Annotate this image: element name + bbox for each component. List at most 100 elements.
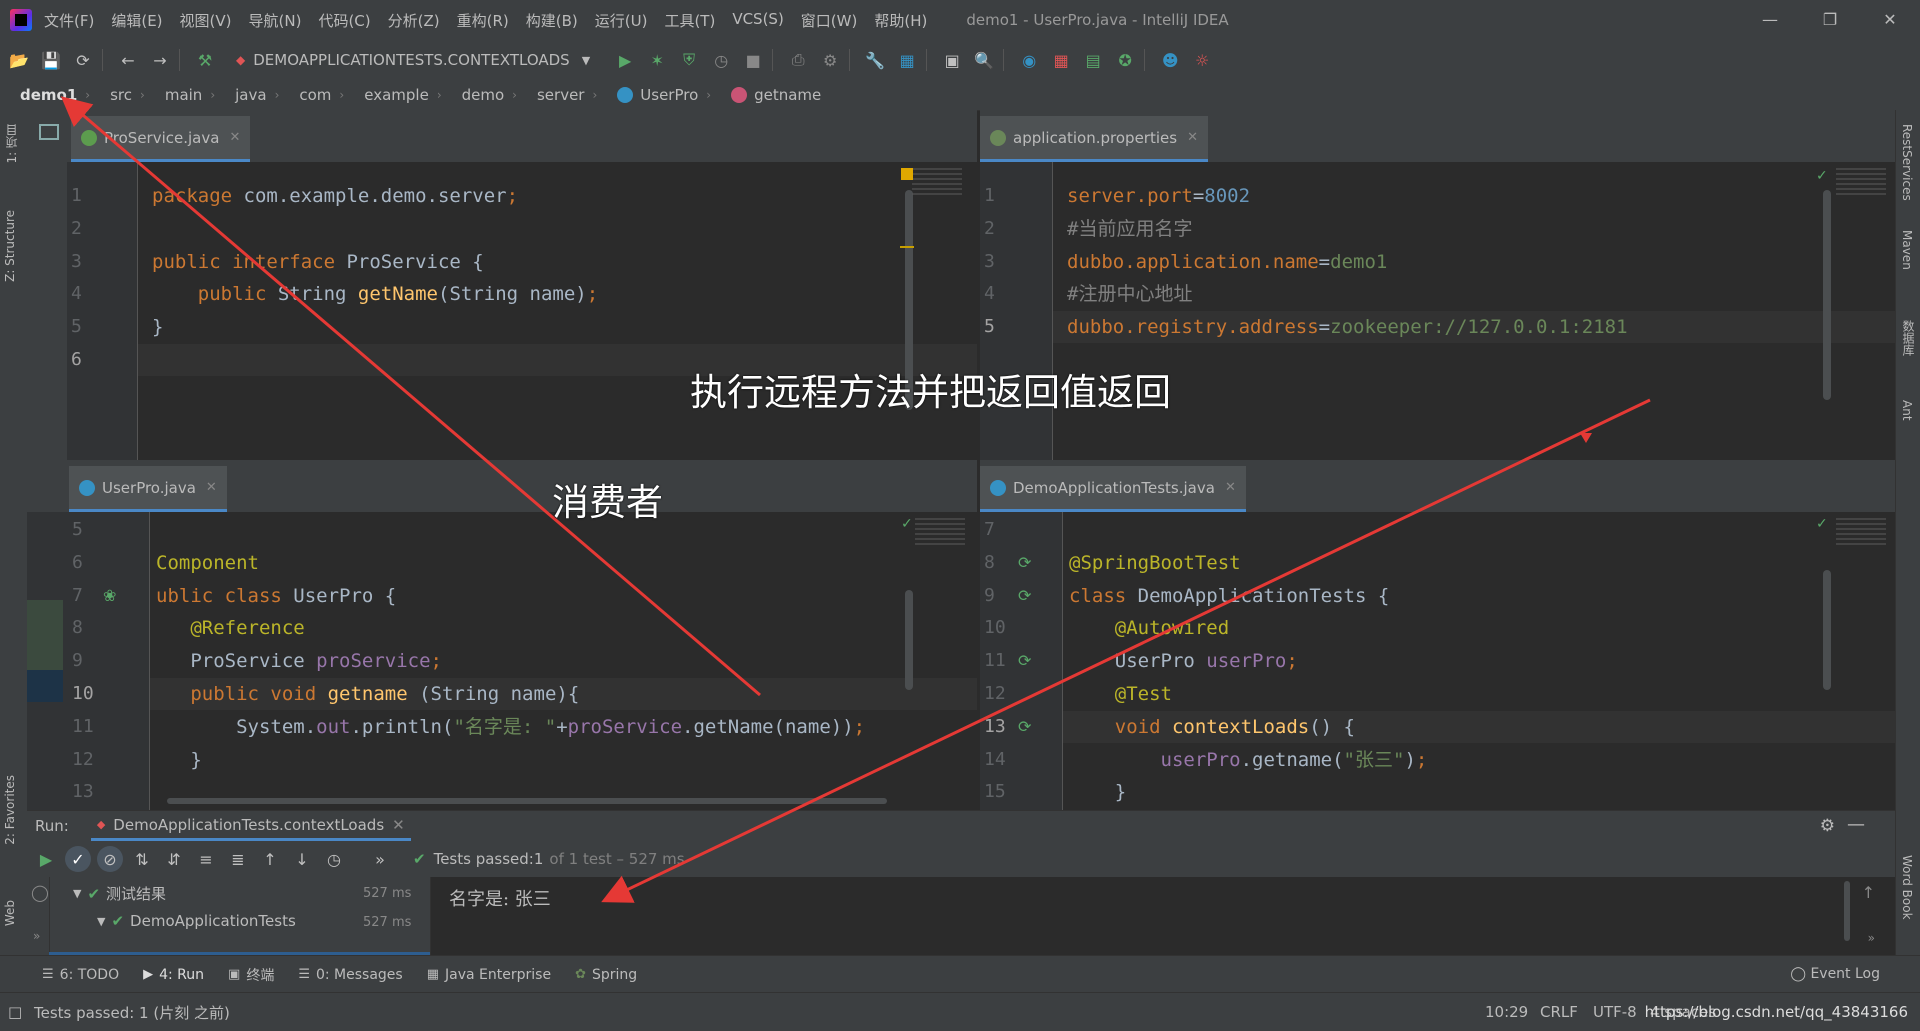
menu-item[interactable]: 构建(B) <box>526 10 578 31</box>
breadcrumb-item[interactable]: com <box>299 86 331 104</box>
forward-icon[interactable]: → <box>147 47 173 73</box>
next-test-icon[interactable]: ↓ <box>289 846 315 872</box>
tool-favorites[interactable]: 2: Favorites <box>3 775 17 845</box>
menu-item[interactable]: 工具(T) <box>664 10 715 31</box>
plugin-b-icon[interactable]: ▦ <box>1048 47 1074 73</box>
gear-icon[interactable]: ⚙ <box>1820 816 1835 836</box>
run-gutter-icon[interactable]: ⟳ <box>1018 586 1031 605</box>
hide-panel-icon[interactable]: — <box>1847 814 1865 835</box>
breadcrumb-item[interactable]: server <box>537 86 584 104</box>
show-passed-icon[interactable]: ✓ <box>65 846 91 872</box>
tree-node-root[interactable]: ▼ ✔ 测试结果 <box>73 883 166 904</box>
editor-demoapplicationtests[interactable]: DemoApplicationTests.java ✕ 7 8 9 10 11 12 13 14… <box>980 460 1895 810</box>
breadcrumb-item[interactable]: main <box>165 86 202 104</box>
translate-alt-icon[interactable]: ☼ <box>1189 47 1215 73</box>
close-tab-icon[interactable]: ✕ <box>392 816 405 834</box>
close-tab-icon[interactable]: ✕ <box>229 130 240 145</box>
collapse-all-icon[interactable]: ≣ <box>225 846 251 872</box>
debug-icon[interactable]: ✶ <box>644 47 670 73</box>
translate-icon[interactable]: ☻ <box>1157 47 1183 73</box>
sort-duration-icon[interactable]: ⇵ <box>161 846 187 872</box>
tool-structure[interactable]: Z: Structure <box>3 210 17 282</box>
tool-project[interactable]: 1: 项目 <box>3 124 20 164</box>
run-gutter-icon[interactable]: ⟳ <box>1018 717 1031 736</box>
breadcrumb-item[interactable]: demo <box>462 86 505 104</box>
breadcrumb-item[interactable]: src <box>110 86 132 104</box>
editor-userpro[interactable]: UserPro.java ✕ 5 6 7 8 9 10 11 12 13 ❀ Component ub… <box>27 460 977 810</box>
plugin-a-icon[interactable]: ◉ <box>1016 47 1042 73</box>
restore-button[interactable]: ❐ <box>1800 0 1860 40</box>
project-view-icon[interactable] <box>39 124 59 140</box>
close-tab-icon[interactable]: ✕ <box>1225 480 1236 495</box>
breadcrumb-item[interactable]: example <box>364 86 429 104</box>
pin-icon[interactable]: ◯ <box>31 883 49 902</box>
run-config-selector[interactable]: ◆ DEMOAPPLICATIONTESTS.CONTEXTLOADS ▼ <box>228 46 598 74</box>
search-icon[interactable]: 🔍 <box>971 47 997 73</box>
tab-todo[interactable]: ☰ 6: TODO <box>42 967 119 983</box>
tab-proservice[interactable]: ProService.java ✕ <box>71 116 251 162</box>
attach-icon[interactable]: ⎙ <box>785 47 811 73</box>
tool-restservices[interactable]: RestServices <box>1900 124 1914 201</box>
profile-icon[interactable]: ◷ <box>708 47 734 73</box>
event-log-button[interactable]: ◯ Event Log <box>1790 966 1880 982</box>
tab-java-enterprise[interactable]: ▦ Java Enterprise <box>427 967 551 983</box>
menu-item[interactable]: 重构(R) <box>457 10 509 31</box>
run-icon[interactable]: ▶ <box>612 47 638 73</box>
console-output[interactable]: 名字是: 张三 ↑ » <box>431 877 1895 956</box>
tab-demoapplicationtests[interactable]: DemoApplicationTests.java ✕ <box>980 466 1246 512</box>
file-encoding[interactable]: UTF-8 <box>1593 1003 1637 1021</box>
console-scrollbar[interactable] <box>1844 881 1850 941</box>
breadcrumb-item[interactable]: java <box>235 86 266 104</box>
breadcrumb-item[interactable]: UserPro <box>617 86 698 104</box>
history-icon[interactable]: ◷ <box>321 846 347 872</box>
scroll-up-icon[interactable]: ↑ <box>1862 883 1875 902</box>
expand-all-icon[interactable]: ≡ <box>193 846 219 872</box>
menu-item[interactable]: 运行(U) <box>595 10 648 31</box>
puzzle-icon[interactable]: ✪ <box>1112 47 1138 73</box>
tab-messages[interactable]: ☰ 0: Messages <box>298 967 402 983</box>
line-separator[interactable]: CRLF <box>1540 1003 1578 1021</box>
breadcrumb-item[interactable]: getname <box>731 86 821 104</box>
sync-icon[interactable]: ⟳ <box>70 47 96 73</box>
more-icon[interactable]: » <box>367 846 393 872</box>
spring-bean-icon[interactable]: ❀ <box>103 586 116 605</box>
back-icon[interactable]: ← <box>115 47 141 73</box>
plugin-c-icon[interactable]: ▤ <box>1080 47 1106 73</box>
tab-application-properties[interactable]: application.properties ✕ <box>980 116 1208 162</box>
remote-icon[interactable]: ⚙ <box>817 47 843 73</box>
tool-wordbook[interactable]: Word Book <box>1900 855 1914 920</box>
tool-maven[interactable]: Maven <box>1900 230 1914 270</box>
close-tab-icon[interactable]: ✕ <box>206 480 217 495</box>
run-gutter-icon[interactable]: ⟳ <box>1018 553 1031 572</box>
sort-alpha-icon[interactable]: ⇅ <box>129 846 155 872</box>
menu-item[interactable]: 代码(C) <box>318 10 370 31</box>
tab-run[interactable]: ▶ 4: Run <box>143 967 204 983</box>
tab-terminal[interactable]: ▣ 终端 <box>228 965 274 985</box>
menu-item[interactable]: 帮助(H) <box>874 10 927 31</box>
caret-position[interactable]: 10:29 <box>1485 1003 1528 1021</box>
horizontal-scrollbar[interactable] <box>167 798 887 804</box>
menu-item[interactable]: 文件(F) <box>44 10 94 31</box>
build-hammer-icon[interactable]: ⚒ <box>192 47 218 73</box>
more-icon[interactable]: » <box>1868 931 1875 945</box>
expand-arrow-icon[interactable]: ▼ <box>73 887 81 900</box>
coverage-icon[interactable]: ⛨ <box>676 47 702 73</box>
run-tab[interactable]: ◆ DemoApplicationTests.contextLoads ✕ <box>90 811 411 841</box>
tool-database[interactable]: 数据库 <box>1900 320 1917 356</box>
show-ignored-icon[interactable]: ⊘ <box>97 846 123 872</box>
menu-item[interactable]: 导航(N) <box>249 10 302 31</box>
menu-item[interactable]: VCS(S) <box>732 10 783 31</box>
menu-item[interactable]: 窗口(W) <box>801 10 858 31</box>
menu-item[interactable]: 分析(Z) <box>388 10 440 31</box>
terminal-window-icon[interactable]: ▣ <box>939 47 965 73</box>
open-folder-icon[interactable]: 📂 <box>6 47 32 73</box>
menu-item[interactable]: 编辑(E) <box>111 10 162 31</box>
stop-icon[interactable]: ■ <box>740 47 766 73</box>
tree-node-class[interactable]: ▼ ✔ DemoApplicationTests <box>97 912 296 930</box>
tool-ant[interactable]: Ant <box>1900 400 1914 421</box>
close-tab-icon[interactable]: ✕ <box>1187 130 1198 145</box>
more-icon[interactable]: » <box>33 929 40 943</box>
wrench-icon[interactable]: 🔧 <box>862 47 888 73</box>
project-structure-icon[interactable]: ▦ <box>894 47 920 73</box>
tab-spring[interactable]: ✿ Spring <box>575 967 637 983</box>
